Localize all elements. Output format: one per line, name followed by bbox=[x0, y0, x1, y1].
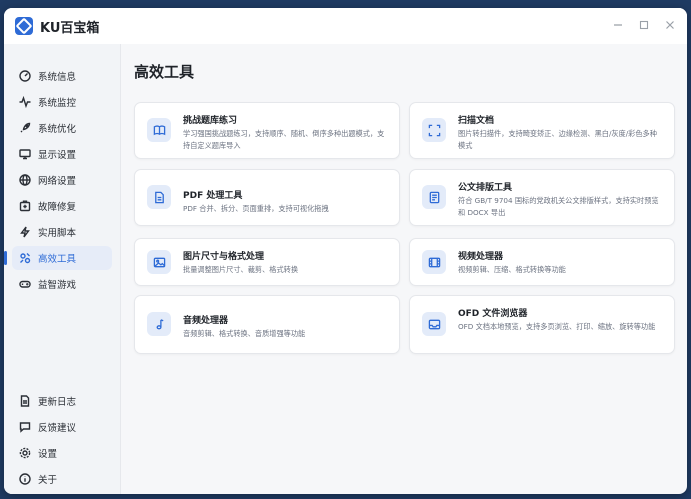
sidebar-item-label: 系统监控 bbox=[38, 98, 77, 109]
sidebar-item-label: 系统信息 bbox=[38, 72, 77, 83]
sidebar-item-label: 反馈建议 bbox=[38, 423, 77, 434]
sidebar-item-fault-repair[interactable]: 故障修复 bbox=[12, 194, 112, 218]
book-icon bbox=[147, 118, 171, 142]
card-ofd-viewer[interactable]: OFD 文件浏览器 OFD 文档本地预览，支持多页浏览、打印、缩放、旋转等功能 bbox=[409, 295, 675, 354]
minimize-icon bbox=[614, 24, 622, 26]
sidebar-item-display-settings[interactable]: 显示设置 bbox=[12, 142, 112, 166]
sidebar-item-about[interactable]: 关于 bbox=[12, 467, 112, 491]
lightning-icon bbox=[18, 225, 32, 239]
film-icon bbox=[422, 250, 446, 274]
card-title: 公文排版工具 bbox=[458, 183, 513, 193]
card-scan-document[interactable]: 扫描文档 图片转扫描件，支持畸变矫正、边缘检测、黑白/灰度/彩色多种模式 bbox=[409, 102, 675, 159]
settings-icon bbox=[18, 446, 32, 460]
card-description: OFD 文档本地预览，支持多页浏览、打印、缩放、旋转等功能 bbox=[458, 322, 656, 331]
card-document-layout[interactable]: 公文排版工具 符合 GB/T 9704 国标的党政机关公文排版样式，支持实时预览… bbox=[409, 169, 675, 226]
gamepad-icon bbox=[18, 277, 32, 291]
window-controls bbox=[611, 17, 677, 33]
app-window: KU百宝箱 系统信息 系统监控 系统优化 显示设置 网络设置 故障修复 实用脚本… bbox=[4, 8, 687, 494]
info-icon bbox=[18, 472, 32, 486]
card-title: 视频处理器 bbox=[458, 252, 504, 262]
pulse-icon bbox=[18, 95, 32, 109]
minimize-button[interactable] bbox=[611, 17, 625, 33]
sidebar-item-label: 益智游戏 bbox=[38, 280, 77, 291]
sidebar-item-feedback[interactable]: 反馈建议 bbox=[12, 415, 112, 439]
rocket-icon bbox=[18, 121, 32, 135]
card-title: 扫描文档 bbox=[458, 116, 495, 126]
image-icon bbox=[147, 250, 171, 274]
first-aid-icon bbox=[18, 199, 32, 213]
sidebar-item-label: 更新日志 bbox=[38, 397, 77, 408]
inbox-icon bbox=[422, 312, 446, 336]
card-title: 音频处理器 bbox=[183, 316, 229, 326]
chat-icon bbox=[18, 420, 32, 434]
sidebar-item-label: 显示设置 bbox=[38, 150, 77, 161]
maximize-icon bbox=[639, 20, 649, 30]
sidebar-item-games[interactable]: 益智游戏 bbox=[12, 272, 112, 296]
sidebar-item-label: 高效工具 bbox=[38, 254, 77, 265]
main-content: 高效工具 挑战题库练习 学习强国挑战题练习，支持顺序、随机、倒序多种出题模式，支… bbox=[121, 44, 687, 494]
active-indicator bbox=[4, 251, 7, 265]
monitor-icon bbox=[18, 147, 32, 161]
card-description: 批量调整图片尺寸、裁剪、格式转换 bbox=[183, 265, 299, 274]
card-title: 挑战题库练习 bbox=[183, 116, 238, 126]
sidebar-item-scripts[interactable]: 实用脚本 bbox=[12, 220, 112, 244]
card-audio-tool[interactable]: 音频处理器 音频剪辑、格式转换、音质增强等功能 bbox=[134, 295, 400, 354]
document-layout-icon bbox=[422, 185, 446, 209]
card-video-tool[interactable]: 视频处理器 视频剪辑、压缩、格式转换等功能 bbox=[409, 238, 675, 286]
card-image-tool[interactable]: 图片尺寸与格式处理 批量调整图片尺寸、裁剪、格式转换 bbox=[134, 238, 400, 286]
title-bar: KU百宝箱 bbox=[4, 8, 687, 44]
document-icon bbox=[18, 394, 32, 408]
sidebar-item-system-monitor[interactable]: 系统监控 bbox=[12, 90, 112, 114]
app-logo-icon bbox=[15, 17, 33, 35]
card-description: PDF 合并、拆分、页面重排，支持可视化拖拽 bbox=[183, 204, 329, 213]
sidebar: 系统信息 系统监控 系统优化 显示设置 网络设置 故障修复 实用脚本 高效工具 … bbox=[4, 44, 121, 494]
card-description: 视频剪辑、压缩、格式转换等功能 bbox=[458, 265, 566, 274]
sidebar-item-network-settings[interactable]: 网络设置 bbox=[12, 168, 112, 192]
tools-icon bbox=[18, 251, 32, 265]
sidebar-item-label: 关于 bbox=[38, 475, 58, 486]
sidebar-item-tools[interactable]: 高效工具 bbox=[4, 246, 112, 270]
card-title: OFD 文件浏览器 bbox=[458, 309, 528, 319]
card-description: 学习强国挑战题练习，支持顺序、随机、倒序多种出题模式，支持自定义题库导入 bbox=[183, 129, 385, 150]
sidebar-item-label: 故障修复 bbox=[38, 202, 77, 213]
app-title: KU百宝箱 bbox=[40, 20, 100, 36]
music-note-icon bbox=[147, 312, 171, 336]
page-title: 高效工具 bbox=[134, 63, 195, 81]
card-description: 图片转扫描件，支持畸变矫正、边缘检测、黑白/灰度/彩色多种模式 bbox=[458, 129, 657, 150]
sidebar-item-label: 系统优化 bbox=[38, 124, 77, 135]
sidebar-item-system-info[interactable]: 系统信息 bbox=[12, 64, 112, 88]
sidebar-item-label: 网络设置 bbox=[38, 176, 77, 187]
scan-icon bbox=[422, 118, 446, 142]
pdf-file-icon bbox=[147, 185, 171, 209]
card-description: 符合 GB/T 9704 国标的党政机关公文排版样式，支持实时预览和 DOCX … bbox=[458, 196, 659, 217]
sidebar-item-system-optimize[interactable]: 系统优化 bbox=[12, 116, 112, 140]
card-quiz-practice[interactable]: 挑战题库练习 学习强国挑战题练习，支持顺序、随机、倒序多种出题模式，支持自定义题… bbox=[134, 102, 400, 159]
gauge-icon bbox=[18, 69, 32, 83]
maximize-button[interactable] bbox=[637, 17, 651, 33]
sidebar-item-label: 设置 bbox=[38, 449, 58, 460]
card-description: 音频剪辑、格式转换、音质增强等功能 bbox=[183, 329, 306, 338]
sidebar-item-changelog[interactable]: 更新日志 bbox=[12, 389, 112, 413]
close-icon bbox=[666, 21, 674, 29]
sidebar-item-label: 实用脚本 bbox=[38, 228, 77, 239]
close-button[interactable] bbox=[663, 17, 677, 33]
globe-icon bbox=[18, 173, 32, 187]
card-title: 图片尺寸与格式处理 bbox=[183, 252, 265, 262]
sidebar-item-settings[interactable]: 设置 bbox=[12, 441, 112, 465]
card-pdf-tool[interactable]: PDF 处理工具 PDF 合并、拆分、页面重排，支持可视化拖拽 bbox=[134, 169, 400, 226]
card-title: PDF 处理工具 bbox=[183, 191, 243, 201]
